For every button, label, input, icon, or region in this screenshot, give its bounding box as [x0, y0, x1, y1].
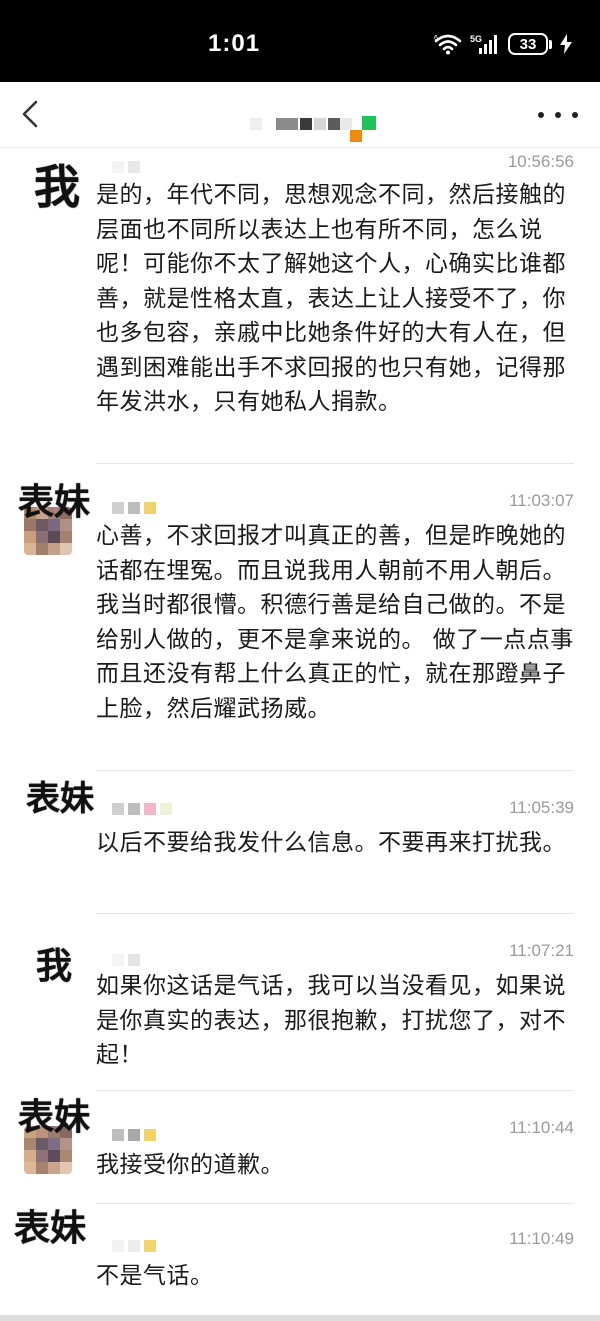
- sender-name-pixelated: [112, 1128, 156, 1142]
- sender-tag: 表妹: [14, 1208, 87, 1249]
- status-bar: 1:01 6 5G 33: [0, 0, 600, 82]
- status-icons: 6 5G 33: [434, 30, 572, 58]
- divider: [96, 913, 574, 914]
- sender-tag: 我: [34, 160, 80, 214]
- network-type-label: 5G: [470, 34, 482, 44]
- charging-bolt-icon: [560, 34, 572, 54]
- message-text[interactable]: 我接受你的道歉。: [96, 1148, 576, 1183]
- message-text[interactable]: 是的，年代不同，思想观念不同，然后接触的层面也不同所以表达上也有所不同，怎么说呢…: [96, 178, 576, 420]
- message-timestamp: 11:07:21: [509, 941, 574, 960]
- divider: [96, 1090, 574, 1091]
- sender-tag: 我: [36, 946, 73, 987]
- bottom-edge: [0, 1315, 600, 1321]
- chat-header: [0, 82, 600, 148]
- message-item: 我 10:56:56 是的，年代不同，思想观念不同，然后接触的层面也不同所以表达…: [0, 150, 600, 464]
- divider: [96, 1203, 574, 1204]
- divider: [96, 770, 574, 771]
- more-dots-icon: [538, 112, 544, 118]
- message-item: 表妹 11:05:39 以后不要给我发什么信息。不要再来打扰我。: [0, 772, 600, 914]
- message-text[interactable]: 以后不要给我发什么信息。不要再来打扰我。: [96, 826, 576, 861]
- sender-name-pixelated: [112, 802, 172, 816]
- sender-tag: 表妹: [18, 1097, 91, 1138]
- message-text[interactable]: 如果你这话是气话，我可以当没看见，如果说是你真实的表达，那很抱歉，打扰您了，对不…: [96, 969, 576, 1073]
- divider: [96, 463, 574, 464]
- message-item: 我 11:07:21 如果你这话是气话，我可以当没看见，如果说是你真实的表达，那…: [0, 915, 600, 1091]
- sender-name-pixelated: [112, 1239, 156, 1253]
- wifi-icon: 6: [434, 33, 462, 55]
- sender-tag: 表妹: [26, 779, 94, 819]
- message-timestamp: 11:03:07: [509, 491, 574, 510]
- message-item: 表妹 11:10:44 我接受你的道歉。: [0, 1092, 600, 1204]
- message-timestamp: 11:10:49: [509, 1229, 574, 1248]
- message-text[interactable]: 心善，不求回报才叫真正的善，但是昨晚她的话都在埋冤。而且说我用人朝前不用人朝后。…: [96, 519, 576, 726]
- contact-name-pixelated: [250, 112, 380, 142]
- message-timestamp: 10:56:56: [507, 152, 574, 171]
- message-text[interactable]: 不是气话。: [96, 1259, 576, 1294]
- chevron-left-icon: [22, 100, 38, 128]
- back-button[interactable]: [14, 96, 50, 132]
- message-timestamp: 11:10:44: [509, 1118, 574, 1137]
- battery-icon: 33: [508, 33, 552, 55]
- signal-icon: 5G: [470, 33, 500, 55]
- sender-name-pixelated: [112, 953, 140, 967]
- sender-name-pixelated: [112, 501, 156, 515]
- sender-name-pixelated: [112, 160, 140, 174]
- svg-text:6: 6: [434, 35, 438, 42]
- more-options-button[interactable]: [538, 100, 578, 130]
- status-time: 1:01: [208, 30, 261, 57]
- message-timestamp: 11:05:39: [509, 798, 574, 817]
- message-item: 表妹 11:10:49 不是气话。: [0, 1205, 600, 1313]
- battery-level: 33: [508, 33, 548, 55]
- sender-tag: 表妹: [18, 482, 91, 523]
- message-item: 表妹 11:03:07 心善，不求回报才叫真正的善，但是昨晚她的话都在埋冤。而且…: [0, 465, 600, 771]
